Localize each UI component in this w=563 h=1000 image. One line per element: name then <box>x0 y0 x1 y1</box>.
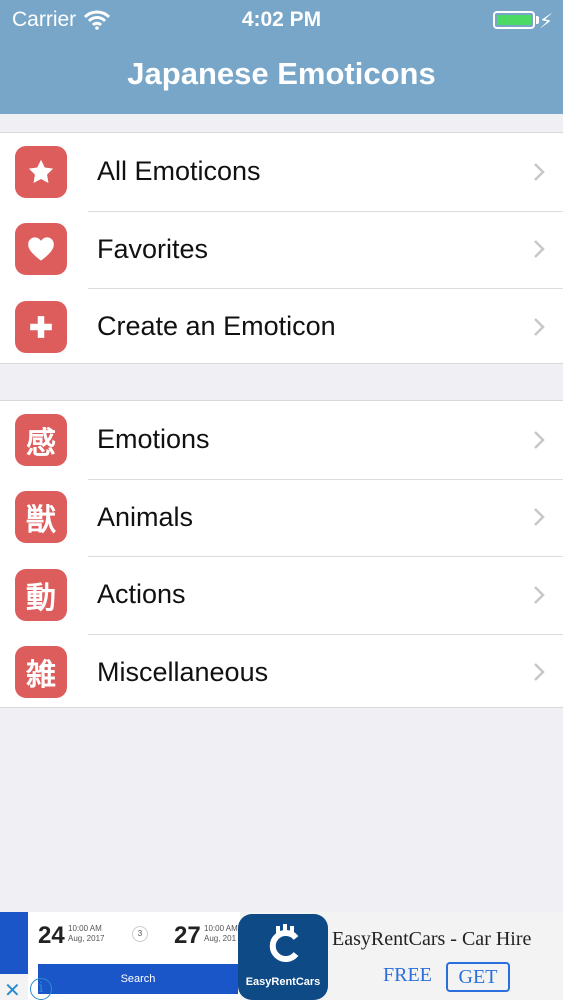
row-miscellaneous[interactable]: 雑 Miscellaneous <box>0 633 563 712</box>
ad-title: EasyRentCars - Car Hire <box>332 928 532 950</box>
ad-get-button[interactable]: GET <box>446 962 510 992</box>
chevron-right-icon <box>534 430 545 449</box>
menu-group-main: All Emoticons Favorites Create an Emotic… <box>0 132 563 364</box>
nav-bar: Carrier 4:02 PM ⚡ Japanese Emoticons <box>0 0 563 114</box>
ad-date-end: 27 <box>174 922 201 949</box>
kanji-action-icon: 動 <box>15 568 67 621</box>
chevron-right-icon <box>534 240 545 259</box>
ad-price: FREE <box>383 964 432 986</box>
page-title: Japanese Emoticons <box>127 56 436 91</box>
star-icon <box>15 145 67 198</box>
row-label: Miscellaneous <box>97 656 269 687</box>
status-bar: Carrier 4:02 PM ⚡ <box>0 0 563 40</box>
chevron-right-icon <box>534 317 545 336</box>
row-label: Emotions <box>97 424 210 455</box>
kanji-animal-icon: 獣 <box>15 491 67 544</box>
row-label: Actions <box>97 579 186 610</box>
ad-days-count: 3 <box>132 926 148 942</box>
row-label: All Emoticons <box>97 156 261 187</box>
row-animals[interactable]: 獣 Animals <box>0 478 563 557</box>
kanji-emotion-icon: 感 <box>15 413 67 466</box>
row-all-emoticons[interactable]: All Emoticons <box>0 133 563 211</box>
battery-icon <box>493 11 535 29</box>
status-time: 4:02 PM <box>241 8 322 31</box>
info-icon[interactable]: i <box>30 978 52 1000</box>
heart-icon <box>15 223 67 276</box>
menu-group-categories: 感 Emotions 獣 Animals 動 Actions 雑 Miscell… <box>0 400 563 708</box>
ad-search-button[interactable]: Search <box>38 964 238 994</box>
chevron-right-icon <box>534 508 545 527</box>
row-emotions[interactable]: 感 Emotions <box>0 401 563 479</box>
row-favorites[interactable]: Favorites <box>0 210 563 289</box>
close-icon[interactable]: ✕ <box>4 978 21 1000</box>
chevron-right-icon <box>534 585 545 604</box>
chevron-right-icon <box>534 663 545 682</box>
row-label: Favorites <box>97 233 209 264</box>
ad-logo-icon <box>269 924 299 962</box>
row-create-emoticon[interactable]: Create an Emoticon <box>0 288 563 366</box>
row-label: Animals <box>97 501 194 532</box>
charging-icon: ⚡ <box>538 11 553 33</box>
ad-date-panel: 24 10:00 AM Aug, 2017 3 27 10:00 AM Aug, 2… <box>28 912 240 1000</box>
kanji-misc-icon: 雑 <box>15 646 67 699</box>
ad-app-logo[interactable]: EasyRentCars <box>238 914 328 1000</box>
ad-banner[interactable]: 24 10:00 AM Aug, 2017 3 27 10:00 AM Aug, 2… <box>0 912 563 1000</box>
chevron-right-icon <box>534 162 545 181</box>
row-actions[interactable]: 動 Actions <box>0 556 563 634</box>
ad-date-start: 24 <box>38 922 65 949</box>
plus-icon <box>15 300 67 353</box>
row-label: Create an Emoticon <box>97 311 336 342</box>
